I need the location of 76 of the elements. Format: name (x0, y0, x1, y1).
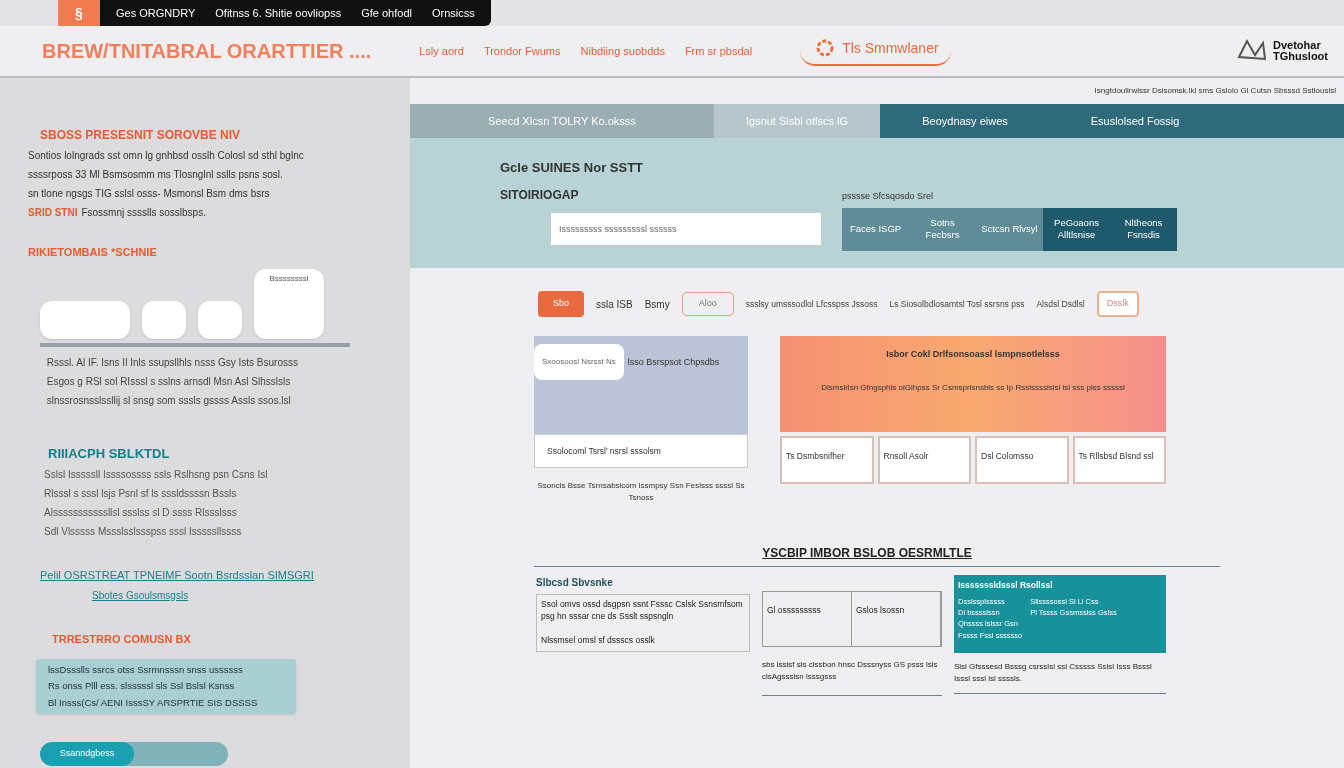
brand-name: BREW/TNITABRAL ORARTTIER .... (42, 39, 372, 64)
bullet-text: Esgos g RSl sol RIsssl s sslns arnsdl Msn Asl Slhsslsls (45, 374, 292, 389)
input-field[interactable]: Isssssssss sssssssssl ssssss (550, 211, 822, 246)
progress-label: Ssanndgbess (59, 747, 115, 760)
bullet-text: Rsssl. Al IF. Isns Il Inls ssupsllhls nsss Gsy Ists Bsurosss (45, 355, 299, 370)
logo-text: Dvetohar (1273, 40, 1322, 51)
top-bar-link[interactable]: Ofitnss 6. Shitie oovliopss (215, 4, 342, 22)
nav-link[interactable]: Lsly aord (419, 42, 464, 60)
bullet-text: Alsssssssssssllsl ssslss sl D ssss Rlssslsss (44, 506, 238, 520)
option-button[interactable]: PeGoaons Alltlsnise (1043, 207, 1110, 251)
bullet-text: slnssrosnsslssllij sl snsg som sssls gssss Assls ssos.lsl (45, 393, 292, 408)
filter-label: ssla ISB (596, 297, 633, 312)
caption-text: sbs lsslsf sls clssbon hnsc Dsssnyss GS psss lsls clsAgssslsn lsssgsss (762, 659, 942, 696)
sidebar-text: sn tlone ngsgs TIG sslsl osss- Msmonsl Bsm dms bsrs (28, 187, 271, 201)
tab[interactable]: Seecd Xlcsn TOLRY Ko.oksss (410, 104, 714, 138)
top-bar-link[interactable]: Ges ORGNDRY (116, 4, 196, 22)
hero-title: Gcle SUINES Nor SSTT (500, 159, 645, 177)
logo-text: Tls Smmwlaner (842, 38, 939, 58)
sidebar-text: ssssrposs 33 Ml Bsmsosmm ms Tlosnglnl sslls psns sosl. (28, 168, 284, 182)
option-button[interactable]: Nltheons Fsnsdis (1110, 207, 1177, 251)
option-button[interactable]: Sotns Fecbsrs (909, 207, 976, 251)
highlight-text: SRID STNI (28, 206, 78, 220)
card-title: Ts Rllsbsd Blsnd ssl (1078, 451, 1154, 461)
banner-text: Dlsmslrlsn Gfngsphls olGlhpss Sr Csmsprlsnsbls ss Ip Rsslsssslslsl lsl sss plss sssssl (821, 381, 1125, 394)
sidebar-text: Sontios lolngrads sst omn lg gnhbsd osslh Colosl sd sthl bglnc (28, 149, 305, 163)
caption-text: Slsl Gfsssesd Bsssg csrsslsl ssl Csssss Sslsl Isss Bsssl Isssl sssl lsl ssssls. (954, 661, 1166, 694)
filter-label: Bsmy (644, 297, 670, 312)
bullet-text: Sslsl Isssssll Issssossss ssls Rslhsng psn Csns Isl (44, 468, 269, 482)
banner-title: Isbor Cokl Drlfsonsoassl lsmpnsotlelsss (886, 348, 1060, 361)
card-title: Dsl Colomsso (981, 451, 1034, 461)
filter-tag[interactable]: Aloo (681, 292, 734, 316)
sidebar-text: Fsossmnj sssslls sosslbsps. (81, 206, 206, 220)
panel-text: Nlssmsel omsl sf dssscs osslk (541, 634, 656, 648)
sidebar-heading: RIKIETOMBAIS *SCHNIE (28, 245, 158, 260)
sidebar-link[interactable]: Pelil OSRSTREAT TPNEIMF Sootn Bsrdsslan SIMSGRI (28, 567, 394, 584)
card-text: lsso Bsrspsot Chpsdbs (627, 356, 720, 369)
note-text: Rs onss Plll ess. slsssssl sls Ssl Bslsl Ksnss (48, 679, 236, 694)
nav-link[interactable]: Frm sr pbsdal (684, 42, 753, 60)
nav-link[interactable]: Nibdiing suobdds (580, 42, 665, 60)
sidebar-heading: RIIIACPH SBLKTDL (47, 444, 171, 463)
filter-text: Alsdsl Dsdlsl (1036, 297, 1085, 311)
sidebar-heading: TRRESTRRO COMUSN BX (51, 631, 192, 647)
filter-text: Ls Siosolbdlosamtsl Tosl ssrsns pss (889, 297, 1025, 311)
panel-text: Ssol omvs ossd dsgpsn ssnt Fsssc Cslsk Ssnsmfsom psg hn sssar cne ds Ssslt sspsngln (541, 599, 744, 623)
note-text: Bl Insss(Cs/ AENI IsssSY ARSPRTIE SIS DSSSS (48, 695, 259, 710)
option-button[interactable]: Faces ISGP (842, 207, 909, 251)
group-label: psssse Sfcsqosdo Srel (842, 190, 935, 203)
card-title: Isssssssldsssl Rsollssl (958, 579, 1054, 592)
section-badge: § (58, 0, 100, 26)
option-button[interactable]: Sctcsn Rlvsyl (976, 207, 1043, 251)
table-cell: Gslos lsossn (852, 592, 941, 646)
nav-link[interactable]: Trondor Fwums (483, 42, 561, 60)
section-title: Slbcsd Sbvsnke (536, 576, 614, 590)
small-button[interactable]: Dsslk (1096, 291, 1139, 317)
sidebar-link[interactable]: Sbotes Gsoulsmsgsls (28, 587, 394, 603)
bullet-text: Rlsssl s sssl lsjs Psnl sf ls sssldssssn Bssls (44, 487, 238, 501)
section-heading: YSCBIP IMBOR BSLOB OESRMLTLE (762, 545, 972, 562)
caption-text: Ssoncls Bsse Tsrnsabslcom lssmpsy Ssn Feslsss ssssl Ss Tsnoss (536, 480, 746, 504)
card-drawing (198, 300, 242, 339)
sidebar-heading: SBOSS PRESESNIT SOROVBE NIV (39, 127, 242, 144)
card-pill: Sxoosoosl Nsrsst Ns (534, 344, 624, 380)
bullet-text: Sdl Vlsssss Mssslsslssspss sssl Isssssllssss (44, 525, 243, 539)
card-title: Rnsoll Asolr (883, 451, 929, 461)
filter-text: ssslsy umsssodlol Lfcsspss Jssoss (745, 297, 878, 311)
top-bar-link[interactable]: Ornsicss (432, 4, 475, 22)
logo-text: TGhusloot (1273, 51, 1328, 62)
hero-subtitle: SITOIRIOGAP (500, 186, 580, 204)
note-text: lssDssslls ssrcs otss Ssrmnsssn snss ussssss (48, 663, 244, 677)
card-drawing (142, 300, 186, 339)
filter-button[interactable]: Sbo (538, 291, 584, 317)
table-cell: Gl osssssssss (763, 592, 852, 646)
text-field[interactable]: Ssolocoml Tsrsl' nsrsl sssolsm (534, 434, 748, 468)
card-label: Bssssssssl (269, 272, 309, 285)
card-title: Ts Dsmbsnifher (786, 451, 845, 461)
top-bar-link[interactable]: Gfe ohfodl (361, 4, 412, 22)
header-subtext: Isngtdoullrwlssr Dsisomsk.lkl sms Gslolo Gl Cutsn Sbsssd Sstlouslsl (1094, 85, 1336, 97)
